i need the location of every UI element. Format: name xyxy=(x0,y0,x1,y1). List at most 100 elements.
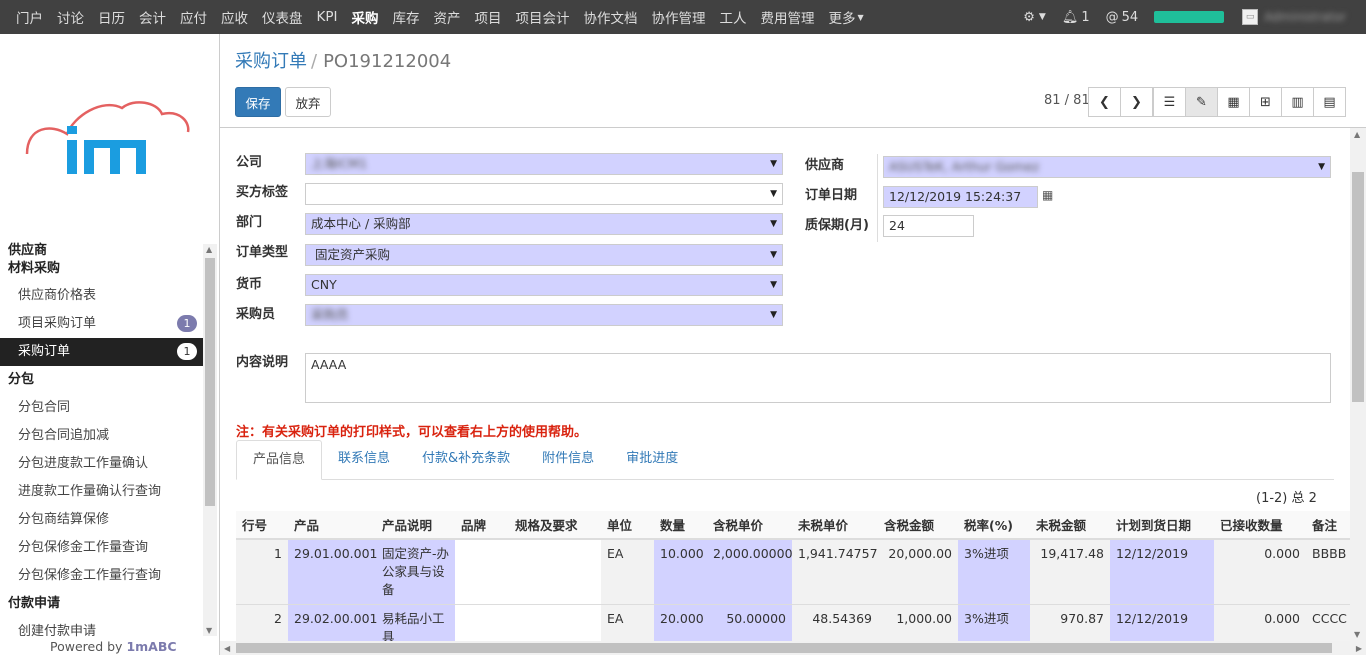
table-cell[interactable]: 3%进项 xyxy=(958,604,1030,641)
column-header[interactable]: 含税单价 xyxy=(707,511,792,540)
sidebar-scrollbar[interactable]: ▲ ▼ xyxy=(203,244,217,636)
tab-2[interactable]: 付款&补充条款 xyxy=(406,440,526,480)
form-view-button[interactable]: ✎ xyxy=(1185,87,1218,117)
save-button[interactable]: 保存 xyxy=(235,87,281,117)
column-header[interactable]: 备注 xyxy=(1306,511,1350,540)
table-cell[interactable]: 0.000 xyxy=(1214,538,1306,605)
vendor-select[interactable]: ASUSTeK, Arthur Gomez ▼ xyxy=(883,156,1331,178)
scroll-right-icon[interactable]: ▶ xyxy=(1356,644,1362,653)
sidebar-subcontract-item-6[interactable]: 分包保修金工作量行查询 xyxy=(0,562,203,590)
menu-item-8[interactable]: 采购 xyxy=(351,7,378,27)
tab-0[interactable]: 产品信息 xyxy=(236,440,323,480)
prev-record-button[interactable]: ❮ xyxy=(1088,87,1121,117)
settings-menu[interactable]: ⚙ ▼ xyxy=(1023,10,1046,25)
scrollbar-thumb[interactable] xyxy=(1352,172,1364,402)
company-select[interactable]: 上海ICM1 ▼ xyxy=(305,153,783,175)
tab-1[interactable]: 联系信息 xyxy=(322,440,406,480)
table-cell[interactable]: 970.87 xyxy=(1030,604,1110,641)
next-record-button[interactable]: ❯ xyxy=(1120,87,1153,117)
status-bar[interactable] xyxy=(1154,11,1225,23)
menu-item-12[interactable]: 项目会计 xyxy=(515,7,569,27)
table-cell[interactable]: 19,417.48 xyxy=(1030,538,1110,605)
menu-item-6[interactable]: 仪表盘 xyxy=(262,7,303,27)
table-cell[interactable] xyxy=(509,604,601,641)
scroll-down-icon[interactable]: ▼ xyxy=(206,626,212,635)
table-cell[interactable]: 1,941.74757 xyxy=(792,538,878,605)
menu-item-4[interactable]: 应付 xyxy=(180,7,207,27)
table-cell[interactable]: EA xyxy=(601,538,654,605)
menu-item-9[interactable]: 库存 xyxy=(392,7,419,27)
column-header[interactable]: 未税单价 xyxy=(792,511,878,540)
pager-value[interactable]: 81 / 81 xyxy=(1044,93,1090,108)
table-cell[interactable]: 2,000.00000 xyxy=(707,538,793,605)
table-cell[interactable]: 29.01.00.001 xyxy=(288,538,378,605)
kanban-view-button[interactable]: ▦ xyxy=(1217,87,1250,117)
table-cell[interactable]: 固定资产-办公家具与设备 xyxy=(376,538,455,605)
table-cell[interactable]: CCCC xyxy=(1306,604,1350,641)
column-header[interactable]: 产品 xyxy=(288,511,376,540)
sidebar-subcontract-item-1[interactable]: 分包合同追加减 xyxy=(0,422,203,450)
buyer-tag-select[interactable]: ▼ xyxy=(305,183,783,205)
dept-select[interactable]: 成本中心 / 采购部 ▼ xyxy=(305,213,783,235)
column-header[interactable]: 未税金额 xyxy=(1030,511,1110,540)
menu-item-10[interactable]: 资产 xyxy=(433,7,460,27)
table-cell[interactable]: 20.000 xyxy=(654,604,707,641)
content-textarea[interactable]: AAAA xyxy=(305,353,1331,403)
scroll-up-icon[interactable]: ▲ xyxy=(1354,130,1360,139)
sidebar-subcontract-item-4[interactable]: 分包商结算保修 xyxy=(0,506,203,534)
sidebar-item-0[interactable]: 供应商价格表 xyxy=(0,282,203,310)
menu-item-5[interactable]: 应收 xyxy=(221,7,248,27)
scroll-down-icon[interactable]: ▼ xyxy=(1354,630,1360,639)
scroll-up-icon[interactable]: ▲ xyxy=(206,245,212,254)
table-cell[interactable]: 48.54369 xyxy=(792,604,878,641)
mentions-button[interactable]: @54 xyxy=(1106,10,1139,25)
table-cell[interactable]: 20,000.00 xyxy=(878,538,958,605)
table-cell[interactable] xyxy=(455,538,509,605)
list-view-button[interactable]: ☰ xyxy=(1153,87,1186,117)
tab-4[interactable]: 审批进度 xyxy=(610,440,694,480)
column-header[interactable]: 行号 xyxy=(236,511,288,540)
column-header[interactable]: 税率(%) xyxy=(958,511,1030,540)
discard-button[interactable]: 放弃 xyxy=(285,87,331,117)
scroll-left-icon[interactable]: ◀ xyxy=(224,644,230,653)
menu-item-13[interactable]: 协作文档 xyxy=(583,7,637,27)
menu-item-14[interactable]: 协作管理 xyxy=(651,7,705,27)
menu-item-0[interactable]: 门户 xyxy=(16,7,43,27)
column-header[interactable]: 单位 xyxy=(601,511,654,540)
table-cell[interactable]: 1 xyxy=(236,538,288,605)
tab-3[interactable]: 附件信息 xyxy=(526,440,610,480)
notifications-button[interactable]: 🔔︎ 1 xyxy=(1062,10,1090,25)
menu-item-7[interactable]: KPI xyxy=(317,9,338,25)
scrollbar-thumb[interactable] xyxy=(205,258,215,506)
table-row[interactable]: 1 29.01.00.001 固定资产-办公家具与设备 EA 10.000 2,000.0… xyxy=(236,538,1350,605)
table-row[interactable]: 2 29.02.00.001 易耗品小工具 EA 20.000 50.00000 48.54… xyxy=(236,604,1350,641)
sidebar-subcontract-item-0[interactable]: 分包合同 xyxy=(0,394,203,422)
sidebar-subcontract-item-3[interactable]: 进度款工作量确认行查询 xyxy=(0,478,203,506)
menu-item-16[interactable]: 费用管理 xyxy=(760,7,814,27)
menu-item-2[interactable]: 日历 xyxy=(98,7,125,27)
sidebar-subcontract-item-5[interactable]: 分包保修金工作量查询 xyxy=(0,534,203,562)
column-header[interactable]: 含税金额 xyxy=(878,511,958,540)
table-cell[interactable]: 10.000 xyxy=(654,538,707,605)
warranty-input[interactable]: 24 xyxy=(883,215,974,237)
buyer-select[interactable]: 采购员 ▼ xyxy=(305,304,783,326)
table-cell[interactable]: 1,000.00 xyxy=(878,604,958,641)
horizontal-scrollbar[interactable]: ◀ ▶ xyxy=(220,641,1366,655)
menu-item-11[interactable]: 项目 xyxy=(474,7,501,27)
column-header[interactable]: 规格及要求 xyxy=(509,511,601,540)
table-cell[interactable]: 3%进项 xyxy=(958,538,1030,605)
table-cell[interactable]: 易耗品小工具 xyxy=(376,604,455,641)
table-cell[interactable]: 50.00000 xyxy=(707,604,792,641)
calendar-view-button[interactable]: ▤ xyxy=(1313,87,1346,117)
main-scrollbar[interactable]: ▲ ▼ xyxy=(1350,128,1366,641)
table-cell[interactable]: 0.000 xyxy=(1214,604,1306,641)
column-header[interactable]: 计划到货日期 xyxy=(1110,511,1214,540)
breadcrumb-parent[interactable]: 采购订单 xyxy=(235,51,307,72)
powered-brand[interactable]: 1mABC xyxy=(126,639,176,654)
currency-select[interactable]: CNY ▼ xyxy=(305,274,783,296)
menu-item-15[interactable]: 工人 xyxy=(719,7,746,27)
sidebar-item-2[interactable]: 采购订单 1 xyxy=(0,338,203,366)
table-cell[interactable]: 29.02.00.001 xyxy=(288,604,378,641)
sidebar-subcontract-item-2[interactable]: 分包进度款工作量确认 xyxy=(0,450,203,478)
table-cell[interactable] xyxy=(509,538,601,605)
